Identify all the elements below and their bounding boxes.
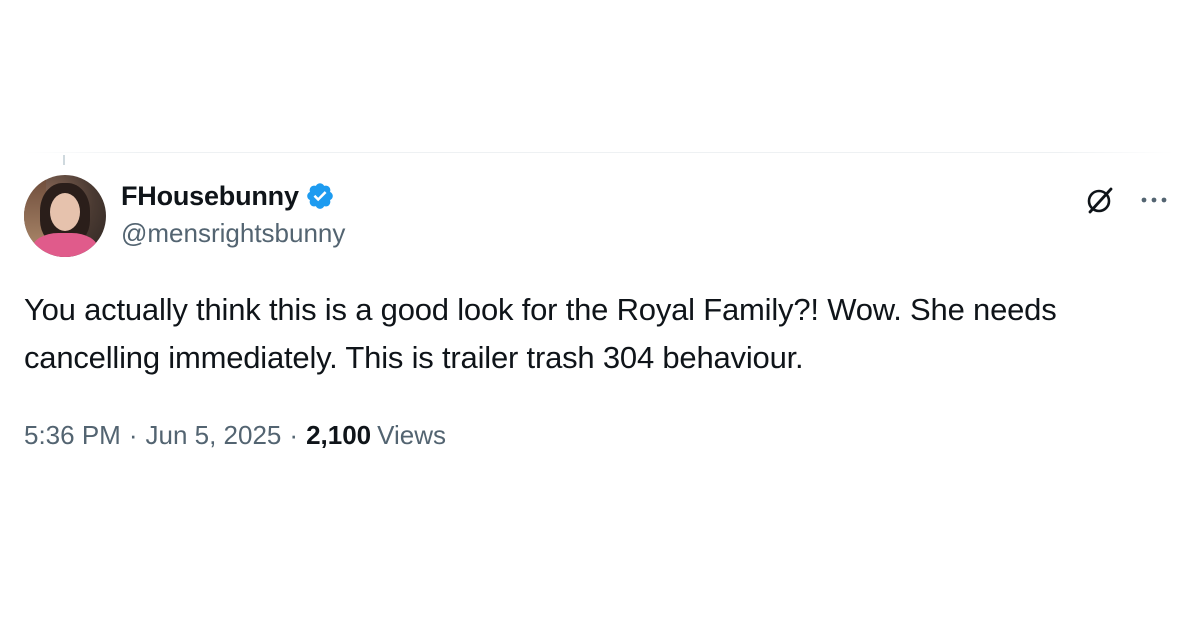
views-label[interactable]: Views: [377, 420, 446, 451]
handle[interactable]: @mensrightsbunny: [121, 218, 345, 249]
separator: ·: [128, 420, 138, 450]
tweet-date[interactable]: Jun 5, 2025: [146, 420, 282, 451]
avatar[interactable]: [24, 175, 106, 257]
display-name[interactable]: FHousebunny: [121, 181, 299, 212]
page: FHousebunny @mensrightsbunny You actuall…: [0, 0, 1200, 630]
more-options-icon[interactable]: [1136, 182, 1172, 218]
views-count[interactable]: 2,100: [306, 420, 371, 451]
verified-badge-icon[interactable]: [305, 181, 335, 211]
separator: ·: [289, 420, 299, 450]
tweet-meta: 5:36 PM · Jun 5, 2025 · 2,100 Views: [24, 420, 446, 451]
author-name-row[interactable]: FHousebunny: [121, 178, 335, 214]
grok-icon[interactable]: [1082, 182, 1118, 218]
divider: [24, 152, 1174, 153]
tweet-time[interactable]: 5:36 PM: [24, 420, 121, 451]
avatar-face: [50, 193, 80, 231]
avatar-shirt: [32, 233, 98, 257]
thread-connector: [63, 155, 65, 165]
tweet-text: You actually think this is a good look f…: [24, 292, 1057, 375]
